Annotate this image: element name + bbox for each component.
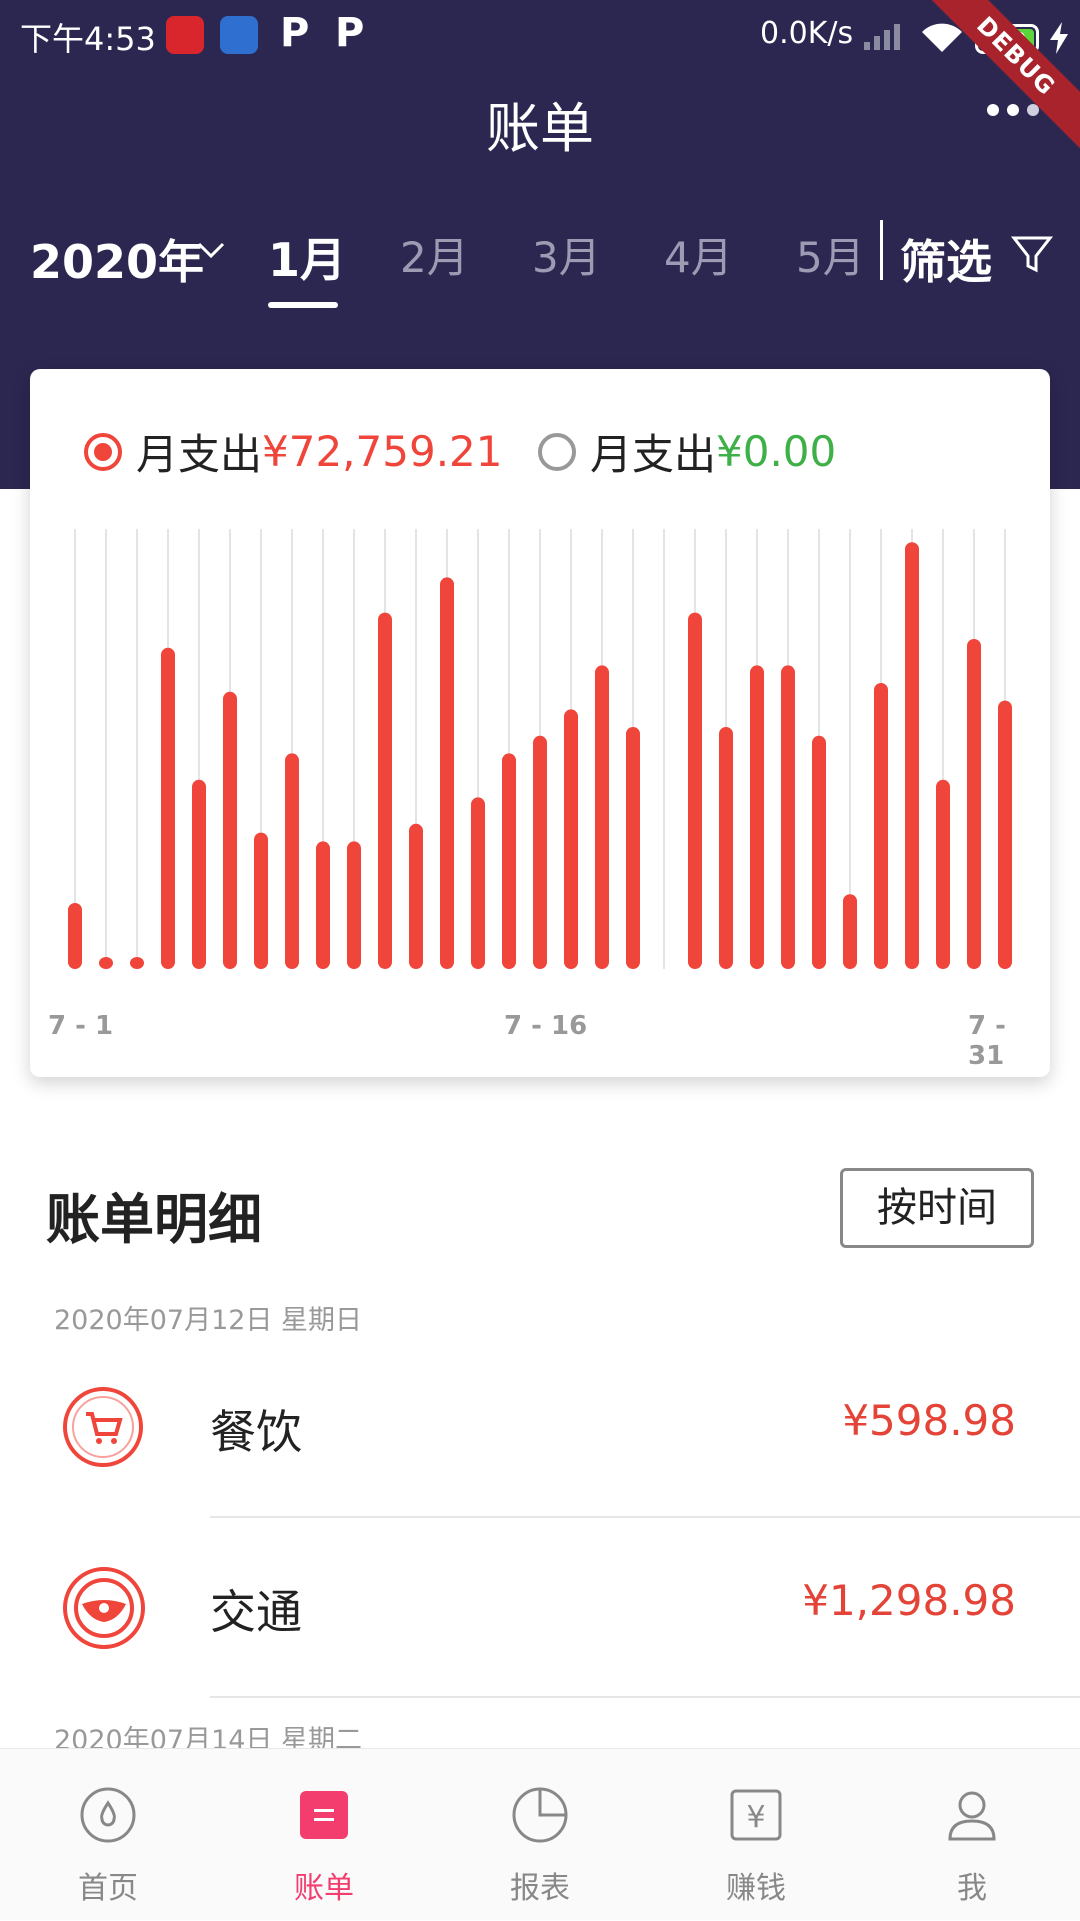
tab-label: 报表 [510, 1871, 570, 1906]
chart-bar[interactable] [378, 612, 392, 969]
chart-bar[interactable] [998, 700, 1012, 969]
list-item[interactable]: 交通 ¥1,298.98 [0, 1518, 1080, 1698]
tab-bill[interactable]: 账单 [216, 1749, 432, 1921]
charging-icon [1050, 22, 1068, 54]
filter-icon[interactable] [1010, 232, 1054, 276]
chart-bar[interactable] [471, 797, 485, 969]
tab-label: 赚钱 [726, 1871, 786, 1906]
amount: ¥1,298.98 [802, 1576, 1016, 1625]
chart-bar[interactable] [936, 779, 950, 969]
tab-home[interactable]: 首页 [0, 1749, 216, 1921]
x-tick-mid: 7 - 16 [504, 1011, 588, 1041]
chart-bar[interactable] [905, 542, 919, 969]
x-tick-end: 7 - 31 [968, 1011, 1006, 1071]
chart-bar[interactable] [688, 612, 702, 969]
amount: ¥598.98 [842, 1396, 1016, 1445]
section-title: 账单明细 [46, 1188, 262, 1251]
chart-bar[interactable] [595, 665, 609, 969]
tab-month-1[interactable]: 1月 [268, 224, 346, 290]
more-icon[interactable] [985, 100, 1045, 120]
list-item[interactable]: 餐饮 ¥598.98 [0, 1338, 1080, 1518]
app-notification-icon [220, 16, 258, 54]
chart-bar[interactable] [316, 841, 330, 969]
radio-unselected-icon[interactable] [538, 432, 576, 471]
status-time: 下午4:53 [20, 20, 156, 58]
month-selector: 2020年 1月 2月 3月 4月 5月 筛选 [0, 210, 1080, 310]
chevron-down-icon[interactable] [196, 240, 226, 260]
daily-expense-chart [68, 529, 1012, 969]
expense-option-b[interactable]: 月支出 ¥0.00 [538, 421, 836, 482]
pie-chart-icon [512, 1787, 568, 1843]
category-name: 餐饮 [210, 1405, 302, 1459]
chart-bar[interactable] [192, 779, 206, 969]
chart-bar[interactable] [750, 665, 764, 969]
tab-month-5[interactable]: 5月 [796, 224, 865, 285]
tab-month-4[interactable]: 4月 [664, 224, 733, 285]
app-notification-icon [166, 16, 204, 54]
option-a-value: ¥72,759.21 [262, 427, 503, 476]
chart-bar[interactable] [130, 957, 144, 969]
chart-bar[interactable] [564, 709, 578, 969]
year-selector[interactable]: 2020年 [30, 226, 204, 292]
filter-button[interactable]: 筛选 [900, 226, 992, 292]
chart-bar[interactable] [99, 957, 113, 969]
chart-bar[interactable] [626, 727, 640, 969]
option-b-label: 月支出 [590, 430, 717, 479]
option-a-label: 月支出 [136, 430, 263, 479]
yen-icon: ¥ [730, 1789, 782, 1841]
chart-bar[interactable] [533, 735, 547, 969]
svg-text:¥: ¥ [746, 1800, 765, 1835]
category-name: 交通 [210, 1585, 302, 1639]
chart-bar[interactable] [68, 903, 82, 969]
chart-bar[interactable] [502, 753, 516, 969]
signal-icon [864, 24, 900, 50]
chart-bar[interactable] [874, 683, 888, 969]
sort-by-time-button[interactable]: 按时间 [840, 1168, 1034, 1248]
chart-bar[interactable] [223, 691, 237, 969]
tab-earn[interactable]: ¥ 赚钱 [648, 1749, 864, 1921]
divider [880, 220, 883, 280]
tab-report[interactable]: 报表 [432, 1749, 648, 1921]
page-title: 账单 [486, 97, 594, 160]
tab-label: 我 [957, 1871, 987, 1906]
tab-label: 账单 [294, 1871, 354, 1906]
chart-bar[interactable] [812, 735, 826, 969]
user-icon [948, 1791, 996, 1841]
chart-bar[interactable] [285, 753, 299, 969]
tab-label: 首页 [78, 1871, 138, 1906]
chart-bar[interactable] [254, 832, 268, 969]
x-tick-start: 7 - 1 [48, 1011, 114, 1041]
chart-bar[interactable] [440, 577, 454, 969]
expense-option-a[interactable]: 月支出 ¥72,759.21 [84, 421, 503, 482]
bill-icon [300, 1791, 348, 1839]
option-b-value: ¥0.00 [716, 427, 837, 476]
active-month-indicator [268, 302, 338, 308]
tab-month-2[interactable]: 2月 [400, 224, 469, 285]
chart-bar[interactable] [409, 823, 423, 969]
tab-month-3[interactable]: 3月 [532, 224, 601, 285]
network-speed: 0.0K/s [760, 16, 854, 51]
home-drop-icon [80, 1787, 136, 1843]
cart-icon [63, 1387, 143, 1467]
divider [210, 1696, 1080, 1698]
date-header: 2020年07月12日 星期日 [54, 1305, 363, 1336]
tab-me[interactable]: 我 [864, 1749, 1080, 1921]
chart-bar[interactable] [781, 665, 795, 969]
bottom-tab-bar: 首页 账单 报表 ¥ 赚钱 我 [0, 1748, 1080, 1920]
radio-selected-icon[interactable] [84, 432, 122, 471]
parking-notification-icon: P [335, 10, 365, 56]
chart-bar[interactable] [843, 894, 857, 969]
chart-bar[interactable] [347, 841, 361, 969]
chart-bar[interactable] [719, 727, 733, 969]
steering-wheel-icon [63, 1567, 145, 1649]
parking-notification-icon: P [280, 10, 310, 56]
chart-bar[interactable] [161, 647, 175, 969]
chart-bar[interactable] [967, 639, 981, 969]
status-bar: 下午4:53 P P 0.0K/s 100 [0, 0, 1080, 72]
summary-card: 月支出 ¥72,759.21 月支出 ¥0.00 7 - 1 7 - 16 7 … [30, 369, 1050, 1077]
